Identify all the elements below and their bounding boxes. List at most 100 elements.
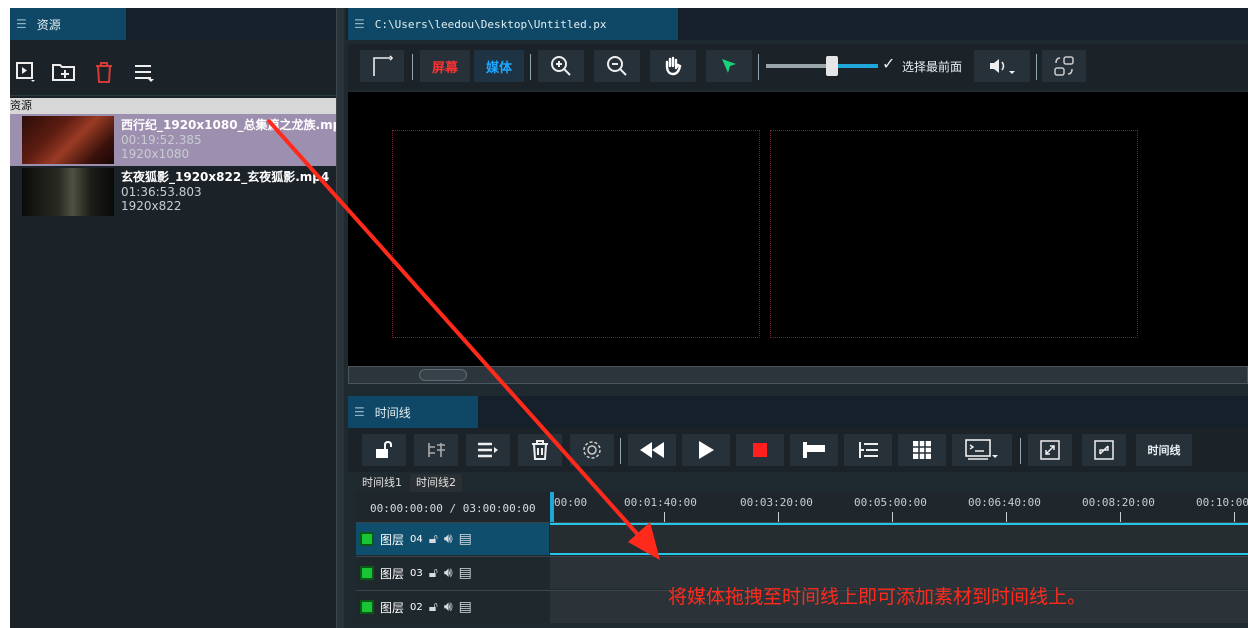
select-front-label: 选择最前面: [902, 60, 963, 74]
playhead[interactable]: [550, 492, 554, 522]
toolbar-divider: [412, 54, 413, 80]
unlock-icon[interactable]: [362, 434, 406, 466]
crop-corner-icon[interactable]: [360, 50, 404, 82]
preview-tab[interactable]: ☰ C:\Users\leedou\Desktop\Untitled.px: [348, 8, 678, 40]
media-thumbnail: [22, 116, 114, 164]
screen-output-icon[interactable]: [952, 434, 1012, 466]
resource-tabbar: ☰ 资源: [10, 8, 344, 40]
timeline-menu-label: 时间线: [1147, 444, 1181, 457]
ruler-tick: [892, 512, 893, 522]
preview-toolbar: 屏幕 媒体 ✓ 选择最前面: [348, 44, 1248, 90]
layer-name: 图层: [380, 600, 405, 615]
resource-toolbar: [10, 48, 336, 96]
layer-visible-checkbox[interactable]: [360, 532, 374, 546]
resource-tab-label: 资源: [36, 17, 61, 32]
scrollbar-thumb[interactable]: [419, 369, 467, 381]
layer-film-icon[interactable]: ▤: [459, 565, 472, 581]
toolbar-divider: [530, 54, 531, 80]
swap-layout-icon[interactable]: [1042, 50, 1086, 82]
timeline-tabbar: ☰ 时间线: [348, 396, 1248, 428]
media-resolution: 1920x1080: [121, 147, 190, 161]
layer-number: 02: [410, 601, 423, 613]
zoom-out-icon[interactable]: [594, 50, 640, 82]
list-indent-icon[interactable]: [844, 434, 892, 466]
zoom-in-icon[interactable]: [538, 50, 584, 82]
toolbar-divider: [620, 438, 621, 464]
media-item[interactable]: 西行纪_1920x1080_总集篇之龙族.mp4 00:19:52.385 19…: [10, 114, 336, 166]
rewind-icon[interactable]: [628, 434, 676, 466]
stop-icon[interactable]: [736, 434, 784, 466]
preview-tab-label: C:\Users\leedou\Desktop\Untitled.px: [374, 17, 607, 31]
layer-name: 图层: [380, 566, 405, 581]
timeline-tab[interactable]: ☰ 时间线: [348, 396, 478, 428]
timeline-subtab[interactable]: 时间线2: [410, 474, 462, 492]
layer-lock-icon[interactable]: 🔓︎: [429, 599, 438, 615]
split-clip-icon[interactable]: [414, 434, 458, 466]
layer-visible-checkbox[interactable]: [360, 566, 374, 580]
preview-scrollbar[interactable]: [348, 366, 1248, 384]
ruler-label: 00:05:00:00: [854, 496, 927, 509]
layer-list: 图层 04 🔓︎ 🔊︎ ▤ 图层 03 🔓︎ 🔊︎ ▤ 图层 02 🔓︎ 🔊︎ …: [356, 522, 1248, 628]
menu-icon[interactable]: [130, 58, 158, 86]
collapse-icon[interactable]: [1082, 434, 1126, 466]
layer-lock-icon[interactable]: 🔓︎: [429, 531, 438, 547]
layer-audio-icon[interactable]: 🔊︎: [444, 531, 453, 547]
list-icon: ☰: [354, 17, 365, 31]
screen-area[interactable]: [770, 130, 1138, 338]
media-name: 西行纪_1920x1080_总集篇之龙族.mp4: [121, 118, 336, 132]
preview-canvas[interactable]: [348, 92, 1248, 372]
layer-lock-icon[interactable]: 🔓︎: [429, 565, 438, 581]
media-item[interactable]: 玄夜狐影_1920x822_玄夜狐影.mp4 01:36:53.803 1920…: [10, 166, 336, 218]
toolbar-divider: [1036, 54, 1037, 80]
settings-icon[interactable]: [570, 434, 614, 466]
layer-row[interactable]: 图层 04 🔓︎ 🔊︎ ▤: [356, 522, 1248, 555]
media-name: 玄夜狐影_1920x822_玄夜狐影.mp4: [121, 170, 330, 184]
timeline-subtab[interactable]: 时间线1: [356, 474, 408, 492]
delete-icon[interactable]: [90, 58, 118, 86]
resource-panel: ☰ 资源 资源 西行纪_1920x1080_总集篇之龙族.mp4 00:19:5…: [10, 8, 344, 628]
timeline-tab-label: 时间线: [374, 405, 411, 420]
layer-visible-checkbox[interactable]: [360, 600, 374, 614]
resource-tab[interactable]: ☰ 资源: [10, 8, 126, 40]
volume-icon[interactable]: [974, 50, 1030, 82]
media-resolution: 1920x822: [121, 199, 182, 213]
trash-track-icon[interactable]: [518, 434, 562, 466]
layer-film-icon[interactable]: ▤: [459, 531, 472, 547]
layer-audio-icon[interactable]: 🔊︎: [444, 565, 453, 581]
select-arrow-icon[interactable]: [706, 50, 752, 82]
align-start-icon[interactable]: [790, 434, 838, 466]
layer-audio-icon[interactable]: 🔊︎: [444, 599, 453, 615]
grid-icon[interactable]: [898, 434, 946, 466]
ruler-tick: [664, 512, 665, 522]
layer-number: 03: [410, 567, 423, 579]
media-duration: 00:19:52.385: [121, 133, 202, 147]
ruler-label: 00:03:20:00: [740, 496, 813, 509]
layer-film-icon[interactable]: ▤: [459, 599, 472, 615]
select-front-checkbox[interactable]: ✓: [882, 54, 895, 73]
ruler-tick: [778, 512, 779, 522]
add-track-icon[interactable]: [466, 434, 510, 466]
import-media-icon[interactable]: [12, 58, 40, 86]
play-icon[interactable]: [682, 434, 730, 466]
zoom-slider[interactable]: [766, 56, 878, 76]
expand-icon[interactable]: [1028, 434, 1072, 466]
ruler-tick: [1120, 512, 1121, 522]
new-folder-icon[interactable]: [50, 58, 78, 86]
zoom-slider-fill: [834, 64, 878, 68]
media-button[interactable]: 媒体: [474, 50, 524, 82]
zoom-slider-handle[interactable]: [826, 56, 838, 76]
time-ruler[interactable]: 00:00 00:01:40:00 00:03:20:00 00:05:00:0…: [550, 492, 1248, 522]
timeline-subtabs: 时间线1 时间线2: [356, 474, 462, 492]
ruler-label: 00:00: [554, 496, 588, 509]
media-thumbnail: [22, 168, 114, 216]
panel-splitter[interactable]: [336, 8, 344, 628]
annotation-text: 将媒体拖拽至时间线上即可添加素材到时间线上。: [668, 586, 1087, 608]
timeline-menu-button[interactable]: 时间线: [1136, 434, 1192, 466]
ruler-tick: [1006, 512, 1007, 522]
screen-area[interactable]: [392, 130, 760, 338]
layer-track[interactable]: [550, 523, 1248, 555]
toolbar-divider: [1020, 438, 1021, 464]
screen-button[interactable]: 屏幕: [420, 50, 470, 82]
ruler-tick: [1234, 512, 1235, 522]
hand-pan-icon[interactable]: [650, 50, 696, 82]
